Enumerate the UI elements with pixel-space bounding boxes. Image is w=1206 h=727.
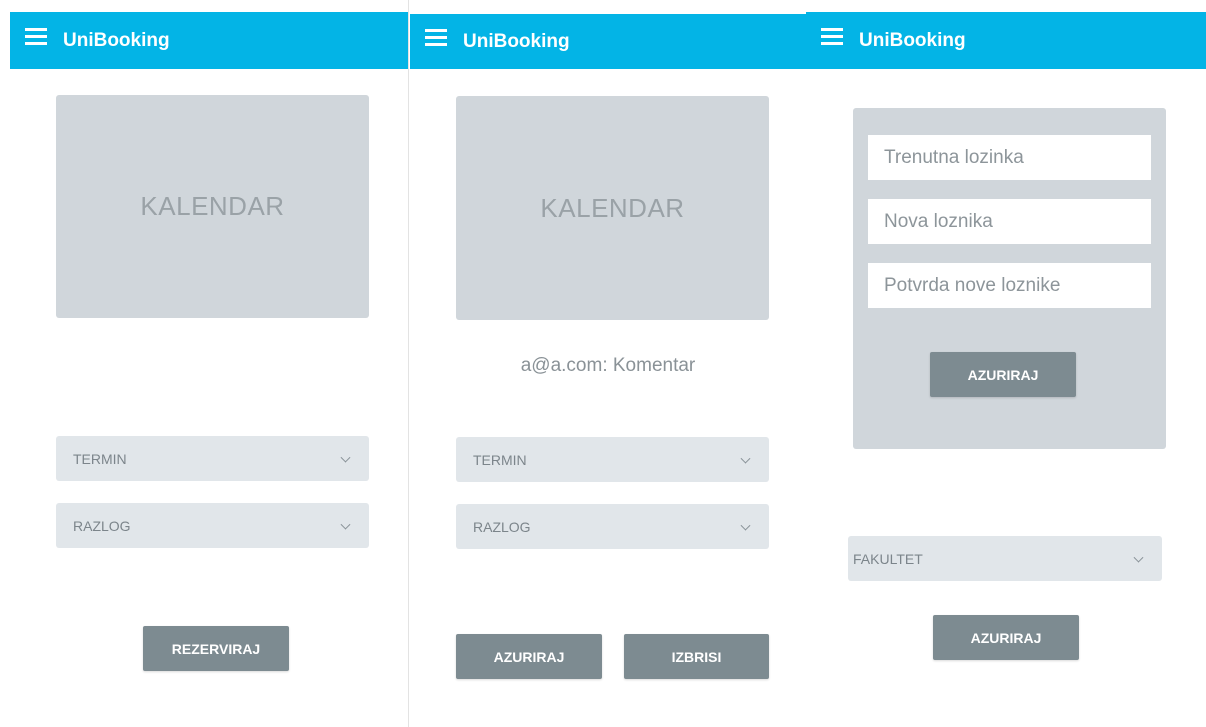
azuriraj-password-button[interactable]: AZURIRAJ <box>930 352 1076 397</box>
screen-settings: UniBooking AZURIRAJ FAKULTET AZURIRAJ <box>806 0 1206 727</box>
hamburger-menu-icon[interactable] <box>821 28 843 46</box>
azuriraj-button[interactable]: AZURIRAJ <box>456 634 602 679</box>
new-password-input[interactable] <box>868 199 1151 244</box>
azuriraj-fakultet-button[interactable]: AZURIRAJ <box>933 615 1079 660</box>
booking-comment: a@a.com: Komentar <box>520 355 696 376</box>
current-password-input[interactable] <box>868 135 1151 180</box>
hamburger-menu-icon[interactable] <box>425 29 447 47</box>
password-change-panel: AZURIRAJ <box>853 108 1166 449</box>
app-title: UniBooking <box>463 31 570 52</box>
termin-select[interactable]: TERMIN <box>56 436 369 481</box>
screen-booking: UniBooking KALENDAR TERMIN RAZLOG REZERV… <box>10 0 408 727</box>
chevron-down-icon <box>1133 552 1144 563</box>
hamburger-menu-icon[interactable] <box>25 28 47 46</box>
calendar-placeholder[interactable]: KALENDAR <box>56 95 369 318</box>
chevron-down-icon <box>340 452 351 463</box>
screen-divider <box>408 0 409 727</box>
fakultet-select-label: FAKULTET <box>853 550 923 567</box>
chevron-down-icon <box>740 520 751 531</box>
calendar-placeholder[interactable]: KALENDAR <box>456 96 769 320</box>
termin-select-label: TERMIN <box>73 450 127 467</box>
rezerviraj-button[interactable]: REZERVIRAJ <box>143 626 289 671</box>
razlog-select[interactable]: RAZLOG <box>56 503 369 548</box>
izbrisi-button[interactable]: IZBRISI <box>624 634 769 679</box>
razlog-select-label: RAZLOG <box>73 517 131 534</box>
chevron-down-icon <box>340 519 351 530</box>
app-bar: UniBooking <box>806 12 1206 69</box>
razlog-select[interactable]: RAZLOG <box>456 504 769 549</box>
screen-edit-booking: UniBooking KALENDAR a@a.com: Komentar TE… <box>410 0 806 727</box>
termin-select-label: TERMIN <box>473 451 527 468</box>
app-bar: UniBooking <box>410 14 806 69</box>
razlog-select-label: RAZLOG <box>473 518 531 535</box>
app-title: UniBooking <box>859 30 966 51</box>
confirm-password-input[interactable] <box>868 263 1151 308</box>
chevron-down-icon <box>740 453 751 464</box>
app-title: UniBooking <box>63 30 170 51</box>
termin-select[interactable]: TERMIN <box>456 437 769 482</box>
fakultet-select[interactable]: FAKULTET <box>848 536 1162 581</box>
app-bar: UniBooking <box>10 12 408 69</box>
